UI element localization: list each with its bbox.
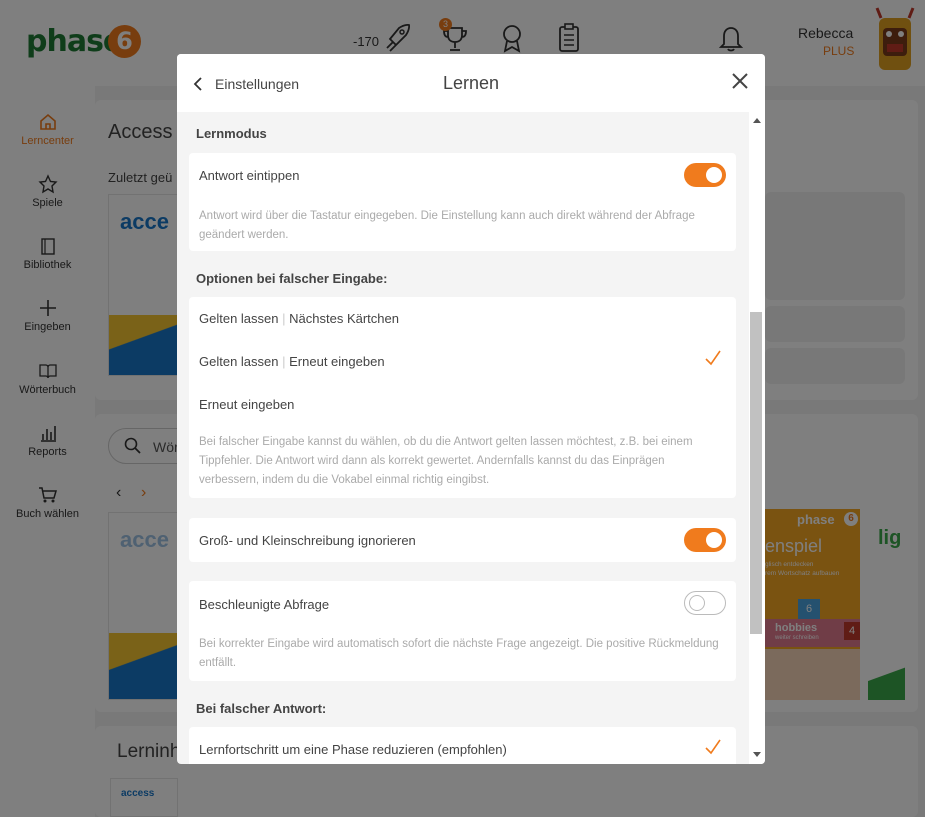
section-falsche-antwort: Bei falscher Antwort: <box>196 701 327 716</box>
antwort-eintippen-label: Antwort eintippen <box>199 168 300 183</box>
close-icon[interactable] <box>730 71 750 91</box>
option-gelten-naechstes[interactable]: Gelten lassen | Nächstes Kärtchen <box>199 311 399 326</box>
beschleunigt-label: Beschleunigte Abfrage <box>199 597 330 612</box>
beschleunigt-toggle[interactable] <box>684 591 726 615</box>
modal-title: Lernen <box>442 73 500 93</box>
scroll-down-arrow[interactable] <box>753 752 761 757</box>
settings-content: Lernmodus Antwort eintippen Antwort wird… <box>177 112 749 764</box>
section-optionen: Optionen bei falscher Eingabe: <box>196 271 388 286</box>
card-optionen: Gelten lassen | Nächstes Kärtchen Gelten… <box>189 297 736 498</box>
card-antwort-eintippen: Antwort eintippen Antwort wird über die … <box>189 153 736 251</box>
scrollbar[interactable] <box>749 112 765 764</box>
settings-modal: Einstellungen Lernen Lernmodus Antwort e… <box>177 54 765 764</box>
antwort-eintippen-desc: Antwort wird über die Tastatur eingegebe… <box>199 210 695 241</box>
card-gross-klein: Groß- und Kleinschreibung ignorieren <box>189 518 736 562</box>
beschleunigt-desc: Bei korrekter Eingabe wird automatisch s… <box>199 638 719 669</box>
card-lernfortschritt: Lernfortschritt um eine Phase reduzieren… <box>189 727 736 764</box>
scroll-up-arrow[interactable] <box>753 118 761 123</box>
optionen-desc: Bei falscher Eingabe kannst du wählen, o… <box>199 436 693 486</box>
option-erneut-eingeben[interactable]: Erneut eingeben <box>199 397 294 412</box>
antwort-eintippen-toggle[interactable] <box>684 163 726 187</box>
modal-header: Einstellungen Lernen <box>177 54 765 112</box>
scroll-thumb[interactable] <box>750 312 762 634</box>
gross-klein-label: Groß- und Kleinschreibung ignorieren <box>199 533 416 548</box>
gross-klein-toggle[interactable] <box>684 528 726 552</box>
card-beschleunigt: Beschleunigte Abfrage Bei korrekter Eing… <box>189 581 736 681</box>
option-gelten-erneut[interactable]: Gelten lassen | Erneut eingeben <box>199 354 385 369</box>
section-lernmodus: Lernmodus <box>196 126 267 141</box>
checkmark-icon <box>705 350 721 366</box>
lernfortschritt-label[interactable]: Lernfortschritt um eine Phase reduzieren… <box>199 742 507 757</box>
checkmark-icon <box>705 739 721 755</box>
